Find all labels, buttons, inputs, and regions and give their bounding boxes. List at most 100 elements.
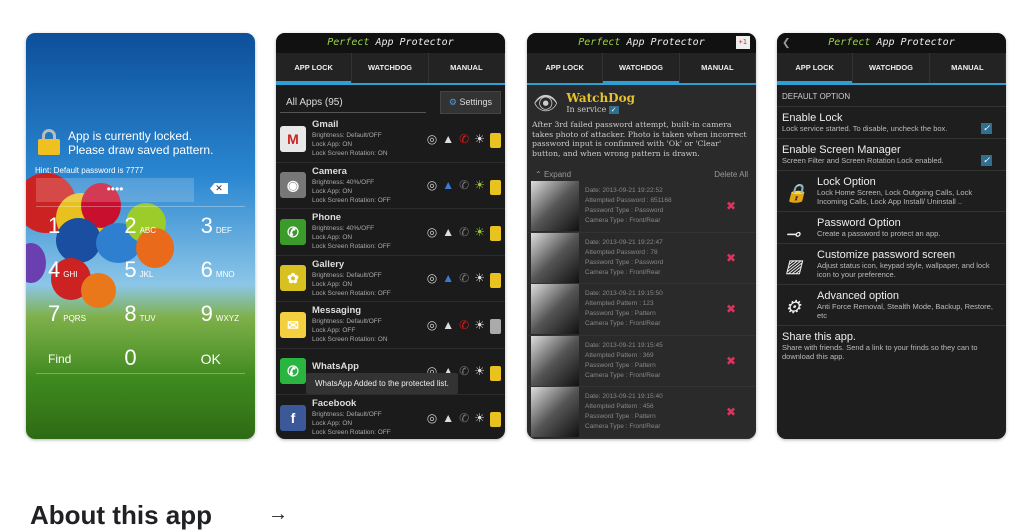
brightness-icon[interactable]: ☀ <box>474 225 485 239</box>
call-block-icon[interactable]: ✆ <box>459 318 469 332</box>
delete-icon[interactable]: ✖ <box>726 405 736 419</box>
app-row[interactable]: ✿ Gallery Brightness: Default/OFF Lock App… <box>276 256 505 302</box>
google-plus-button[interactable]: +1 <box>735 36 750 49</box>
fingerprint-icon[interactable]: ◎ <box>427 411 437 425</box>
tab-manual[interactable]: MANUAL <box>680 53 756 83</box>
lock-toggle-icon[interactable] <box>490 272 501 288</box>
lock-toggle-icon[interactable] <box>490 412 501 428</box>
share-app-option[interactable]: Share this app. Share with friends. Send … <box>777 326 1006 366</box>
delete-icon[interactable]: ✖ <box>726 354 736 368</box>
option-password-option[interactable]: ⊸ Password Option Create a password to pro… <box>777 212 1006 244</box>
lock-toggle-icon[interactable] <box>490 179 501 195</box>
call-block-icon[interactable]: ✆ <box>459 411 469 425</box>
tab-app-lock[interactable]: APP LOCK <box>777 53 854 85</box>
option-lock-option[interactable]: 🔒 Lock Option Lock Home Screen, Lock Outgo… <box>777 171 1006 212</box>
key-5[interactable]: 5 JKL <box>102 257 178 285</box>
attempt-row[interactable]: Date: 2013-09-21 19:15:50 Attempted Patte… <box>527 284 756 336</box>
delete-icon[interactable]: ✖ <box>726 199 736 213</box>
expand-button[interactable]: ⌃ Expand <box>535 170 571 179</box>
key-7[interactable]: 7 PQRS <box>26 301 102 329</box>
warning-icon[interactable]: ▲ <box>442 411 454 425</box>
enable-lock-option[interactable]: Enable Lock Lock service started. To disa… <box>777 107 1006 139</box>
app-icon: ◉ <box>280 172 306 199</box>
call-block-icon[interactable]: ✆ <box>459 225 469 239</box>
delete-icon[interactable]: ✖ <box>726 302 736 316</box>
screenshot-lock-screen[interactable]: App is currently locked. Please draw sav… <box>26 33 255 439</box>
warning-icon[interactable]: ▲ <box>442 178 454 192</box>
tab-watchdog[interactable]: WATCHDOG <box>853 53 930 83</box>
app-filter-dropdown[interactable]: All Apps (95) <box>280 93 426 113</box>
fingerprint-icon[interactable]: ◎ <box>427 132 437 146</box>
brightness-icon[interactable]: ☀ <box>474 318 485 332</box>
call-block-icon[interactable]: ✆ <box>459 178 469 192</box>
enable-screen-manager-checkbox[interactable]: ✓ <box>981 155 992 166</box>
in-service-checkbox[interactable]: ✓ <box>608 106 619 114</box>
attempt-row[interactable]: Date: 2013-09-21 19:15:45 Attempted Patte… <box>527 335 756 387</box>
app-row[interactable]: ◉ Camera Brightness: 40%/OFF Lock App: ON L… <box>276 163 505 209</box>
app-row[interactable]: M Gmail Brightness: Default/OFF Lock App: … <box>276 116 505 163</box>
delete-all-button[interactable]: Delete All <box>714 170 748 179</box>
warning-icon[interactable]: ▲ <box>442 225 454 239</box>
password-input[interactable]: •••• <box>36 178 194 202</box>
app-row[interactable]: ✆ Phone Brightness: 40%/OFF Lock App: ON Lo… <box>276 209 505 256</box>
lock-toggle-icon[interactable] <box>490 133 501 149</box>
tab-app-lock[interactable]: APP LOCK <box>527 53 604 83</box>
back-icon[interactable]: ❮ <box>782 33 790 53</box>
enable-lock-checkbox[interactable]: ✓ <box>981 123 992 134</box>
call-block-icon[interactable]: ✆ <box>459 271 469 285</box>
attacker-photo[interactable] <box>531 232 579 283</box>
key-0[interactable]: 0 <box>102 345 178 373</box>
warning-icon[interactable]: ▲ <box>442 132 454 146</box>
lock-icon: 🔒 <box>785 183 808 203</box>
tab-manual[interactable]: MANUAL <box>429 53 505 83</box>
option-customize-password-screen[interactable]: ▨ Customize password screen Adjust status … <box>777 244 1006 285</box>
backspace-icon[interactable]: ✕ <box>210 183 228 194</box>
tab-app-lock[interactable]: APP LOCK <box>276 53 353 85</box>
attempt-row[interactable]: Date: 2013-09-21 19:22:47 Attempted Passw… <box>527 232 756 284</box>
app-row[interactable]: ✉ Messaging Brightness: Default/OFF Lock A… <box>276 302 505 349</box>
fingerprint-icon[interactable]: ◎ <box>427 271 437 285</box>
fingerprint-icon[interactable]: ◎ <box>427 178 437 192</box>
key-3[interactable]: 3 DEF <box>179 213 255 241</box>
delete-icon[interactable]: ✖ <box>726 251 736 265</box>
ok-button[interactable]: OK <box>179 345 255 373</box>
fingerprint-icon[interactable]: ◎ <box>427 318 437 332</box>
key-9[interactable]: 9 WXYZ <box>179 301 255 329</box>
brightness-icon[interactable]: ☀ <box>474 364 485 378</box>
attempt-row[interactable]: Date: 2013-09-21 19:15:40 Attempted Patte… <box>527 387 756 439</box>
call-block-icon[interactable]: ✆ <box>459 132 469 146</box>
about-heading[interactable]: About this app <box>30 500 212 531</box>
screenshot-watchdog[interactable]: Perfect App Protector +1 APP LOCK WATCHD… <box>527 33 756 439</box>
call-block-icon[interactable]: ✆ <box>459 364 469 378</box>
brightness-icon[interactable]: ☀ <box>474 411 485 425</box>
settings-button[interactable]: ⚙ Settings <box>439 91 501 114</box>
brightness-icon[interactable]: ☀ <box>474 178 485 192</box>
fingerprint-icon[interactable]: ◎ <box>427 225 437 239</box>
key-1[interactable]: 1 <box>26 213 102 241</box>
option-advanced-option[interactable]: ⚙ Advanced option Anti Force Removal, Stea… <box>777 285 1006 326</box>
attacker-photo[interactable] <box>531 387 579 438</box>
tab-watchdog[interactable]: WATCHDOG <box>352 53 429 83</box>
warning-icon[interactable]: ▲ <box>442 318 454 332</box>
lock-toggle-icon[interactable] <box>490 319 501 335</box>
tab-manual[interactable]: MANUAL <box>930 53 1006 83</box>
lock-toggle-icon[interactable] <box>490 365 501 381</box>
find-button[interactable]: Find <box>26 345 102 373</box>
screenshot-app-lock[interactable]: Perfect App Protector APP LOCK WATCHDOG … <box>276 33 505 439</box>
key-8[interactable]: 8 TUV <box>102 301 178 329</box>
key-2[interactable]: 2 ABC <box>102 213 178 241</box>
attempt-row[interactable]: Date: 2013-09-21 19:22:52 Attempted Passw… <box>527 181 756 233</box>
lock-toggle-icon[interactable] <box>490 226 501 242</box>
attacker-photo[interactable] <box>531 335 579 386</box>
app-row[interactable]: f Facebook Brightness: Default/OFF Lock Ap… <box>276 395 505 439</box>
attacker-photo[interactable] <box>531 284 579 335</box>
screenshot-settings[interactable]: ❮ Perfect App Protector APP LOCK WATCHDOG… <box>777 33 1006 439</box>
tab-watchdog[interactable]: WATCHDOG <box>603 53 680 85</box>
warning-icon[interactable]: ▲ <box>442 271 454 285</box>
brightness-icon[interactable]: ☀ <box>474 132 485 146</box>
attacker-photo[interactable] <box>531 181 579 232</box>
key-6[interactable]: 6 MNO <box>179 257 255 285</box>
brightness-icon[interactable]: ☀ <box>474 271 485 285</box>
enable-screen-manager-option[interactable]: Enable Screen Manager Screen Filter and S… <box>777 139 1006 171</box>
key-4[interactable]: 4 GHI <box>26 257 102 285</box>
